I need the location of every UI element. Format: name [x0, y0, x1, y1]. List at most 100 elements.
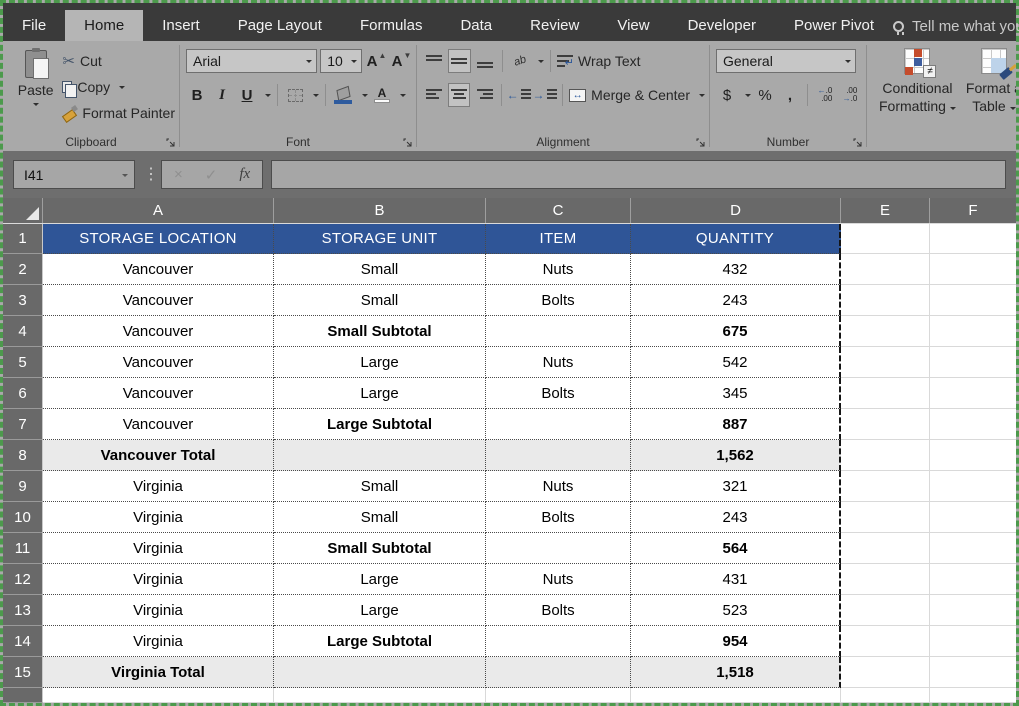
row-header-4[interactable]: 4	[3, 316, 43, 347]
accounting-format-button[interactable]: $	[716, 83, 738, 107]
name-box[interactable]: I41	[13, 160, 135, 189]
cell-E14[interactable]	[841, 626, 930, 657]
cell-A16[interactable]	[43, 688, 274, 703]
cell-C13[interactable]: Bolts	[486, 595, 631, 626]
column-header-b[interactable]: B	[274, 198, 486, 223]
cell-B3[interactable]: Small	[274, 285, 486, 316]
tab-data[interactable]: Data	[441, 10, 511, 41]
cell-C10[interactable]: Bolts	[486, 502, 631, 533]
cell-B8[interactable]	[274, 440, 486, 471]
cell-E10[interactable]	[841, 502, 930, 533]
row-header-8[interactable]: 8	[3, 440, 43, 471]
row-header-13[interactable]: 13	[3, 595, 43, 626]
row-header-15[interactable]: 15	[3, 657, 43, 688]
cell-D2[interactable]: 432	[631, 254, 841, 285]
cell-C6[interactable]: Bolts	[486, 378, 631, 409]
cell-D6[interactable]: 345	[631, 378, 841, 409]
cell-E7[interactable]	[841, 409, 930, 440]
cell-B16[interactable]	[274, 688, 486, 703]
cell-D1[interactable]: QUANTITY	[631, 224, 841, 254]
tab-view[interactable]: View	[598, 10, 668, 41]
select-all-button[interactable]	[3, 198, 43, 223]
cell-F12[interactable]	[930, 564, 1016, 595]
cell-B2[interactable]: Small	[274, 254, 486, 285]
tab-file[interactable]: File	[3, 10, 65, 41]
cell-D10[interactable]: 243	[631, 502, 841, 533]
tab-formulas[interactable]: Formulas	[341, 10, 442, 41]
cell-B12[interactable]: Large	[274, 564, 486, 595]
cell-C12[interactable]: Nuts	[486, 564, 631, 595]
cell-A12[interactable]: Virginia	[43, 564, 274, 595]
cell-A2[interactable]: Vancouver	[43, 254, 274, 285]
percent-style-button[interactable]: %	[754, 83, 776, 107]
increase-decimal-button[interactable]: ←.0.00	[814, 83, 836, 107]
comma-style-button[interactable]: ,	[779, 83, 801, 107]
cell-B10[interactable]: Small	[274, 502, 486, 533]
fill-color-dropdown-icon[interactable]	[362, 94, 368, 100]
cell-D16[interactable]	[631, 688, 841, 703]
fill-color-button[interactable]	[332, 83, 355, 107]
cell-F8[interactable]	[930, 440, 1016, 471]
bottom-align-button[interactable]	[474, 49, 496, 73]
cell-F7[interactable]	[930, 409, 1016, 440]
cell-F6[interactable]	[930, 378, 1016, 409]
borders-dropdown-icon[interactable]	[313, 94, 319, 100]
cell-E8[interactable]	[841, 440, 930, 471]
column-header-c[interactable]: C	[486, 198, 631, 223]
tab-power-pivot[interactable]: Power Pivot	[775, 10, 893, 41]
insert-function-icon[interactable]: fx	[239, 166, 250, 183]
cell-D3[interactable]: 243	[631, 285, 841, 316]
cell-B15[interactable]	[274, 657, 486, 688]
cell-B14[interactable]: Large Subtotal	[274, 626, 486, 657]
cell-C1[interactable]: ITEM	[486, 224, 631, 254]
cell-D7[interactable]: 887	[631, 409, 841, 440]
increase-indent-button[interactable]: →	[534, 83, 557, 107]
cell-E6[interactable]	[841, 378, 930, 409]
tab-insert[interactable]: Insert	[143, 10, 219, 41]
row-header-5[interactable]: 5	[3, 347, 43, 378]
cell-B13[interactable]: Large	[274, 595, 486, 626]
paste-button[interactable]: Paste	[9, 46, 62, 135]
conditional-formatting-button[interactable]: ≠ Conditional Formatting	[879, 46, 956, 135]
cell-F2[interactable]	[930, 254, 1016, 285]
cell-E2[interactable]	[841, 254, 930, 285]
column-header-f[interactable]: F	[930, 198, 1016, 223]
cell-A5[interactable]: Vancouver	[43, 347, 274, 378]
cell-E11[interactable]	[841, 533, 930, 564]
cell-D11[interactable]: 564	[631, 533, 841, 564]
cell-C16[interactable]	[486, 688, 631, 703]
enter-icon[interactable]: ✓	[205, 166, 218, 184]
cell-D5[interactable]: 542	[631, 347, 841, 378]
cell-A7[interactable]: Vancouver	[43, 409, 274, 440]
align-right-button[interactable]	[473, 83, 495, 107]
row-header-1[interactable]: 1	[3, 224, 43, 254]
cell-C5[interactable]: Nuts	[486, 347, 631, 378]
cell-C15[interactable]	[486, 657, 631, 688]
copy-button[interactable]: Copy	[62, 76, 175, 98]
font-dialog-launcher-icon[interactable]	[403, 138, 413, 148]
cell-D15[interactable]: 1,518	[631, 657, 841, 688]
cell-D4[interactable]: 675	[631, 316, 841, 347]
row-header-11[interactable]: 11	[3, 533, 43, 564]
row-header-16[interactable]	[3, 688, 43, 703]
increase-font-size-button[interactable]: A▲	[365, 49, 387, 73]
cell-B9[interactable]: Small	[274, 471, 486, 502]
top-align-button[interactable]	[423, 49, 445, 73]
cell-F1[interactable]	[930, 224, 1016, 254]
cell-E12[interactable]	[841, 564, 930, 595]
cell-C9[interactable]: Nuts	[486, 471, 631, 502]
cell-B4[interactable]: Small Subtotal	[274, 316, 486, 347]
cell-E3[interactable]	[841, 285, 930, 316]
row-header-3[interactable]: 3	[3, 285, 43, 316]
cell-A15[interactable]: Virginia Total	[43, 657, 274, 688]
column-header-e[interactable]: E	[841, 198, 930, 223]
tell-me-box[interactable]: Tell me what you want to do...	[893, 18, 1019, 41]
row-header-2[interactable]: 2	[3, 254, 43, 285]
cell-C4[interactable]	[486, 316, 631, 347]
row-header-9[interactable]: 9	[3, 471, 43, 502]
row-header-6[interactable]: 6	[3, 378, 43, 409]
tab-page-layout[interactable]: Page Layout	[219, 10, 341, 41]
cell-D14[interactable]: 954	[631, 626, 841, 657]
cell-A9[interactable]: Virginia	[43, 471, 274, 502]
row-header-14[interactable]: 14	[3, 626, 43, 657]
